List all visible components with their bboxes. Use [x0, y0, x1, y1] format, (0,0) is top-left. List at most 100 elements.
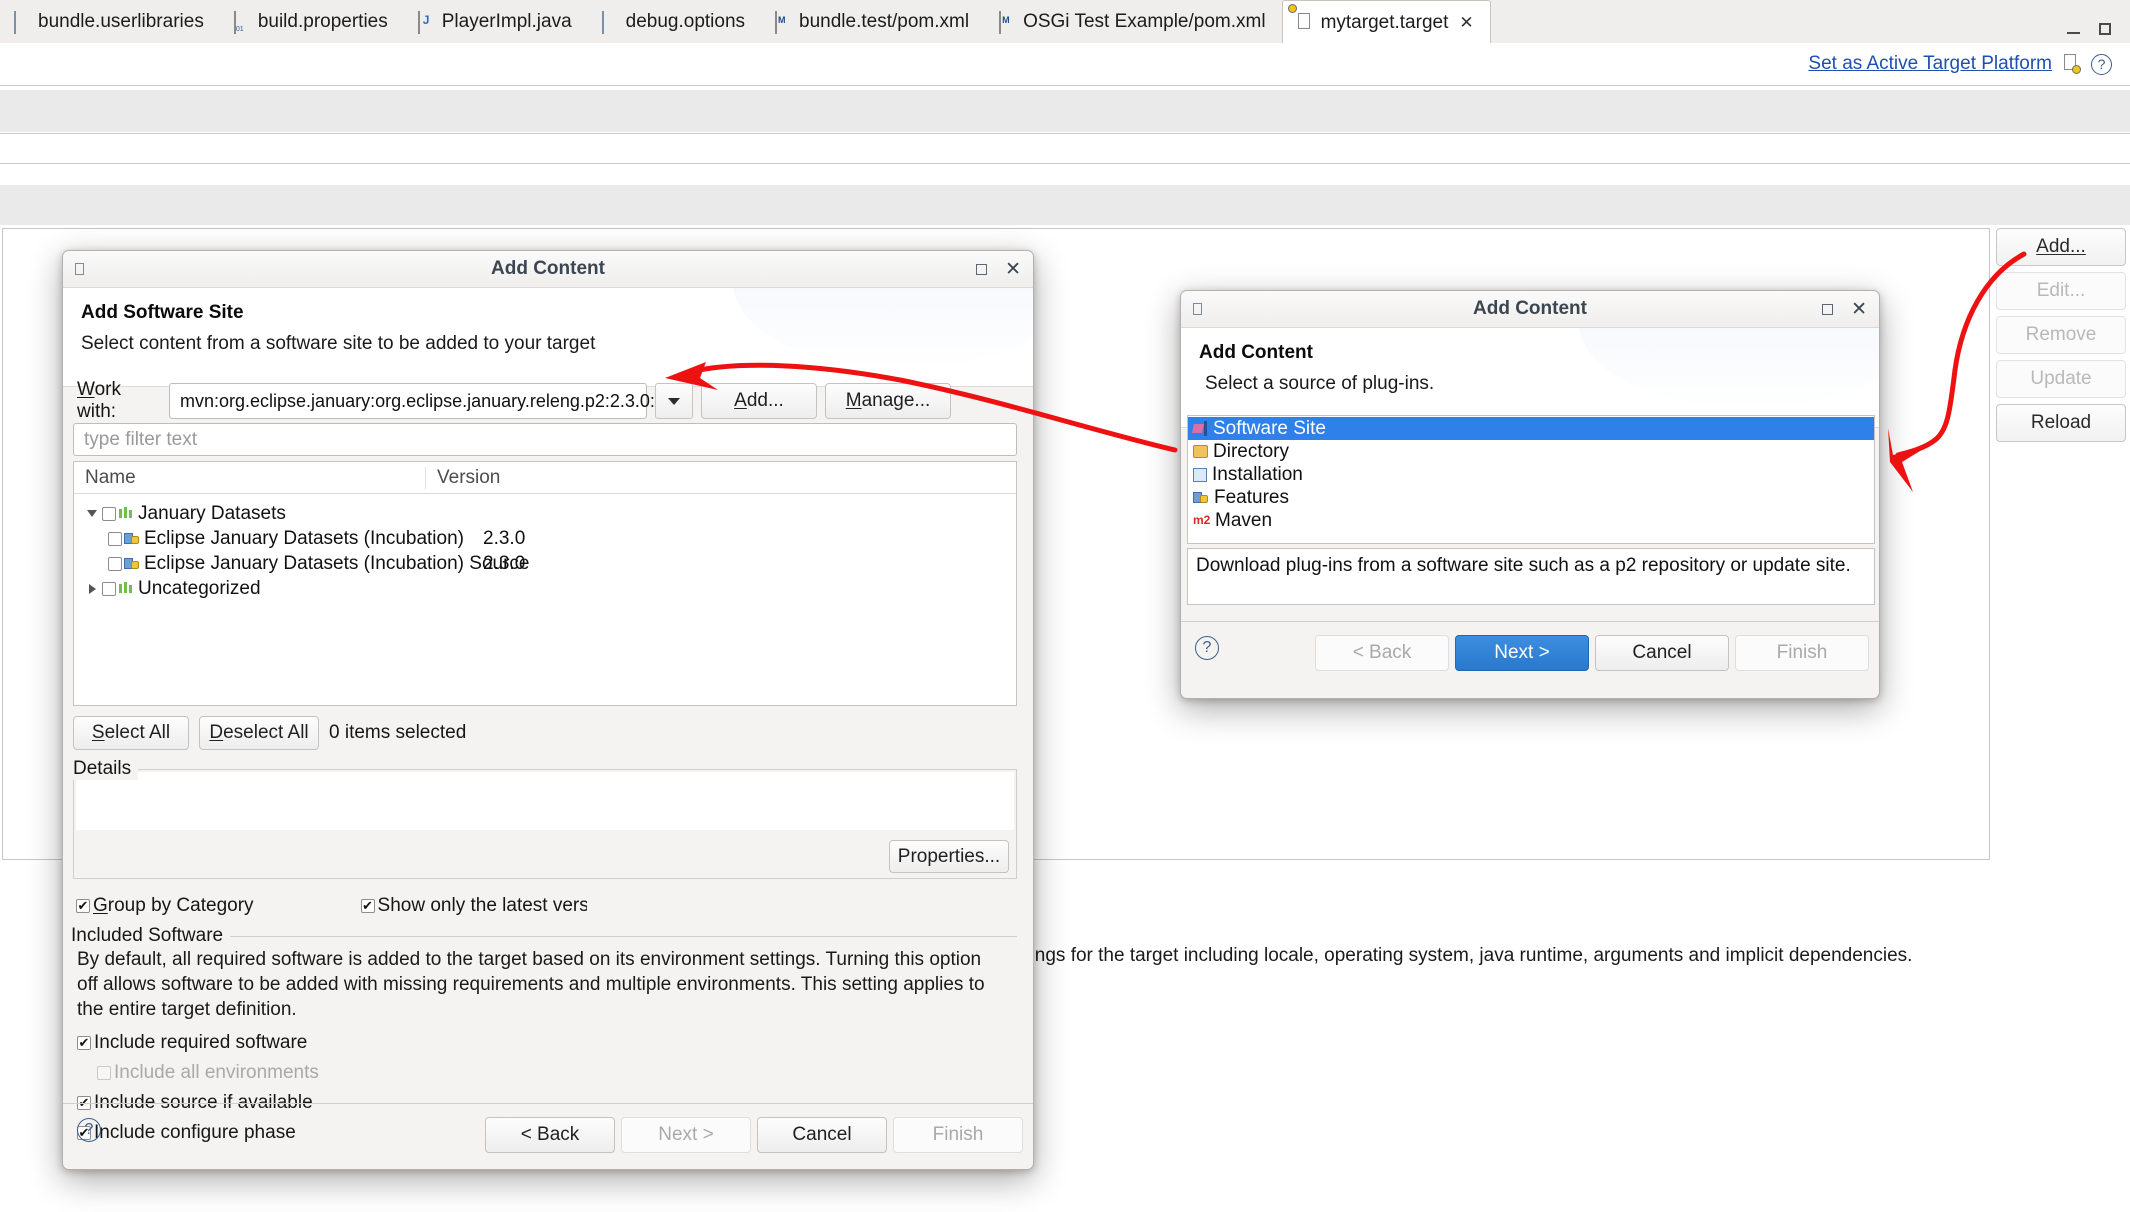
- checkbox-box: [360, 899, 375, 913]
- items-selected-label: 0 items selected: [329, 722, 467, 743]
- next-button: Next >: [621, 1117, 751, 1153]
- next-button[interactable]: Next >: [1455, 635, 1589, 671]
- software-site-icon: [1193, 421, 1208, 436]
- finish-button: Finish: [893, 1117, 1023, 1153]
- row-checkbox[interactable]: [108, 556, 122, 571]
- restore-icon[interactable]: [976, 263, 988, 275]
- tab-bundle-test-pom-xml[interactable]: bundle.test/pom.xml: [761, 1, 985, 43]
- feature-icon: [124, 531, 140, 546]
- window-minimize-icon[interactable]: [2066, 22, 2083, 37]
- source-description: Download plug-ins from a software site s…: [1196, 555, 1851, 576]
- chevron-right-icon[interactable]: [82, 583, 102, 594]
- row-name: Uncategorized: [138, 577, 261, 599]
- dialog-titlebar[interactable]: Add Content ✕: [1181, 291, 1879, 328]
- dialog-heading: Add Content: [1199, 342, 1313, 363]
- include-all-environments-checkbox: Include all environments: [97, 1062, 1017, 1084]
- divider: [0, 163, 2130, 164]
- tab-osgi-test-example-pom-xml[interactable]: OSGi Test Example/pom.xml: [985, 1, 1282, 43]
- table-row[interactable]: Eclipse January Datasets (Incubation) So…: [74, 551, 1016, 576]
- maven-xml-icon: [999, 11, 1016, 34]
- help-icon[interactable]: ?: [2091, 53, 2112, 75]
- directory-icon: [1193, 445, 1208, 458]
- row-version: 2.3.0: [483, 552, 526, 574]
- list-item-maven[interactable]: m2 Maven: [1188, 509, 1874, 532]
- dialog-titlebar[interactable]: Add Content ✕: [63, 251, 1033, 288]
- list-item-software-site[interactable]: Software Site: [1188, 417, 1874, 440]
- button-label: Cancel: [792, 1124, 852, 1145]
- deselect-all-button[interactable]: Deselect All: [199, 716, 319, 750]
- checkbox-label: Include required software: [94, 1032, 308, 1054]
- column-header-version[interactable]: Version: [426, 467, 500, 489]
- features-icon: [1193, 490, 1209, 505]
- chevron-down-icon[interactable]: [82, 510, 102, 517]
- checkbox-label: Include all environments: [114, 1062, 319, 1084]
- manage-sites-button[interactable]: Manage...: [825, 383, 951, 419]
- include-required-software-checkbox[interactable]: Include required software: [77, 1032, 1017, 1054]
- add-content-dialog: Add Content ✕ Add Content Select a sourc…: [1180, 290, 1880, 699]
- window-maximize-icon[interactable]: [2097, 22, 2114, 37]
- included-software-legend: Included Software: [71, 925, 231, 947]
- document-icon: [14, 11, 31, 34]
- system-menu-icon[interactable]: [75, 263, 84, 275]
- section-band: [0, 90, 2130, 132]
- checkbox-box: [77, 1036, 91, 1051]
- cancel-button[interactable]: Cancel: [757, 1117, 887, 1153]
- column-header-name[interactable]: Name: [74, 466, 426, 489]
- divider: [0, 133, 2130, 134]
- dialog-button-bar: < Back Next > Cancel Finish: [1315, 635, 1869, 671]
- button-label: Finish: [1776, 642, 1828, 663]
- work-with-row: Work with: mvn:org.eclipse.january:org.e…: [77, 379, 951, 423]
- list-item-directory[interactable]: Directory: [1188, 440, 1874, 463]
- checkbox-label: Show only the latest versio: [377, 895, 587, 916]
- dialog-heading: Add Software Site: [81, 302, 244, 323]
- system-menu-icon[interactable]: [1193, 303, 1202, 315]
- list-item-label: Installation: [1212, 463, 1303, 485]
- select-all-button[interactable]: Select All: [73, 716, 189, 750]
- row-checkbox[interactable]: [102, 581, 116, 596]
- list-item-installation[interactable]: Installation: [1188, 463, 1874, 486]
- tab-debug-options[interactable]: debug.options: [588, 1, 761, 43]
- maven-icon: m2: [1193, 513, 1211, 527]
- work-with-label: Work with:: [77, 379, 121, 422]
- close-icon[interactable]: ✕: [1851, 300, 1867, 319]
- work-with-input[interactable]: mvn:org.eclipse.january:org.eclipse.janu…: [169, 383, 678, 419]
- tree-header: Name Version: [74, 462, 1016, 494]
- row-checkbox[interactable]: [102, 506, 116, 521]
- installation-icon: [1193, 467, 1207, 482]
- dialog-header: Add Software Site Select content from a …: [63, 288, 1033, 386]
- close-icon[interactable]: ✕: [1459, 13, 1473, 33]
- list-item-features[interactable]: Features: [1188, 486, 1874, 509]
- properties-button[interactable]: Properties...: [889, 840, 1009, 873]
- selection-controls: Select All Deselect All 0 items selected: [73, 716, 466, 750]
- tab-bundle-userlibraries[interactable]: bundle.userlibraries: [0, 1, 220, 43]
- table-row[interactable]: Eclipse January Datasets (Incubation) 2.…: [74, 526, 1016, 551]
- close-icon[interactable]: ✕: [1005, 260, 1021, 279]
- row-checkbox[interactable]: [108, 531, 122, 546]
- table-row[interactable]: January Datasets: [74, 501, 1016, 526]
- help-icon[interactable]: ?: [1195, 636, 1219, 660]
- show-latest-version-checkbox[interactable]: Show only the latest versio: [360, 895, 587, 917]
- button-label: Deselect All: [209, 722, 309, 743]
- list-item-label: Maven: [1215, 509, 1273, 531]
- back-button[interactable]: < Back: [485, 1117, 615, 1153]
- filter-input[interactable]: type filter text: [73, 423, 1017, 456]
- work-with-dropdown[interactable]: [655, 383, 693, 419]
- button-label: Add...: [734, 390, 784, 411]
- dialog-subheading: Select content from a software site to b…: [81, 333, 596, 354]
- tab-playerimpl-java[interactable]: PlayerImpl.java: [404, 1, 588, 43]
- source-type-list[interactable]: Software Site Directory Installation Fea…: [1187, 415, 1875, 544]
- target-platform-icon[interactable]: [2062, 54, 2081, 74]
- location-reload-button[interactable]: Reload: [1996, 404, 2126, 442]
- tab-mytarget-target[interactable]: mytarget.target ✕: [1281, 0, 1491, 44]
- group-by-category-checkbox[interactable]: Group by Category: [76, 895, 254, 917]
- cancel-button[interactable]: Cancel: [1595, 635, 1729, 671]
- restore-icon[interactable]: [1822, 303, 1834, 315]
- add-site-button[interactable]: Add...: [701, 383, 817, 419]
- help-icon[interactable]: ?: [77, 1118, 101, 1142]
- location-add-button[interactable]: Add...: [1996, 228, 2126, 266]
- set-active-target-platform-link[interactable]: Set as Active Target Platform: [1808, 53, 2052, 75]
- available-software-tree[interactable]: Name Version January Datasets Eclipse Ja…: [73, 461, 1017, 706]
- tab-label: bundle.userlibraries: [38, 11, 204, 32]
- table-row[interactable]: Uncategorized: [74, 576, 1016, 601]
- tab-build-properties[interactable]: build.properties: [220, 1, 404, 43]
